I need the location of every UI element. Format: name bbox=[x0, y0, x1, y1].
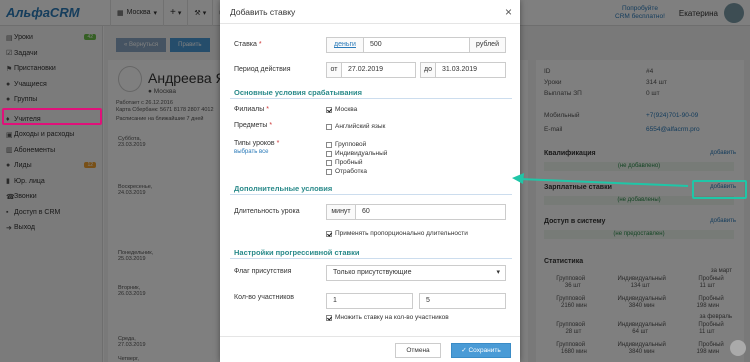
chat-icon[interactable] bbox=[730, 340, 746, 356]
save-button[interactable]: ✓ Сохранить bbox=[451, 343, 511, 358]
attendance-select[interactable]: Только присутствующие ▾ bbox=[326, 265, 506, 281]
participants-label: Кол-во участников bbox=[234, 294, 294, 301]
rate-input[interactable]: 500 bbox=[363, 37, 470, 53]
date-from-input[interactable]: 27.02.2019 bbox=[341, 62, 416, 78]
checkbox-checked-icon bbox=[326, 230, 332, 237]
checkbox-checked-icon bbox=[326, 106, 332, 113]
checkbox-icon bbox=[326, 150, 332, 157]
from-label: от bbox=[326, 62, 342, 78]
section-progressive-rate: Настройки прогрессивной ставки bbox=[234, 248, 360, 257]
modal-footer: Отмена ✓ Сохранить bbox=[220, 336, 520, 362]
multiply-checkbox[interactable]: Множить ставку на кол-во участников bbox=[326, 314, 449, 321]
attendance-selected-value: Только присутствующие bbox=[333, 269, 412, 276]
to-label: до bbox=[420, 62, 436, 78]
section-main-conditions: Основные условия срабатывания bbox=[234, 88, 363, 97]
rate-currency-link[interactable]: деньги bbox=[326, 37, 364, 53]
rate-label: Ставка * bbox=[234, 41, 262, 48]
rate-unit: рублей bbox=[469, 37, 506, 53]
teachers-highlight-box bbox=[2, 108, 102, 125]
participants-from-input[interactable]: 1 bbox=[326, 293, 413, 309]
period-label: Период действия bbox=[234, 66, 291, 73]
select-all-link[interactable]: выбрать все bbox=[234, 149, 268, 155]
caret-down-icon: ▾ bbox=[496, 269, 500, 276]
checkbox-icon bbox=[326, 159, 332, 166]
lesson-type-checkbox[interactable]: Отработка bbox=[326, 168, 367, 175]
add-rate-modal: Добавить ставку × Ставка * деньги 500 ру… bbox=[220, 0, 520, 362]
duration-unit: минут bbox=[326, 204, 356, 220]
checkbox-icon bbox=[326, 123, 332, 130]
arrow-annotation-icon bbox=[512, 173, 689, 187]
checkbox-checked-icon bbox=[326, 314, 332, 321]
modal-title: Добавить ставку bbox=[220, 0, 520, 24]
lesson-types-label: Типы уроков * bbox=[234, 140, 280, 147]
section-divider bbox=[230, 258, 512, 259]
section-extra-conditions: Дополнительные условия bbox=[234, 184, 333, 193]
checkbox-icon bbox=[326, 141, 332, 148]
lesson-type-checkbox[interactable]: Пробный bbox=[326, 159, 363, 166]
checkbox-icon bbox=[326, 168, 332, 175]
branches-label: Филиалы * bbox=[234, 106, 269, 113]
salary-add-highlight-box bbox=[692, 180, 747, 199]
cancel-button[interactable]: Отмена bbox=[395, 343, 441, 358]
participants-to-input[interactable]: 5 bbox=[419, 293, 506, 309]
section-divider bbox=[230, 98, 512, 99]
subjects-label: Предметы * bbox=[234, 122, 273, 129]
section-divider bbox=[230, 194, 512, 195]
branch-checkbox-moscow[interactable]: Москва bbox=[326, 106, 357, 113]
duration-input[interactable]: 60 bbox=[355, 204, 506, 220]
proportional-checkbox[interactable]: Применять пропорционально длительности bbox=[326, 230, 468, 237]
attendance-label: Флаг присутствия bbox=[234, 268, 292, 275]
close-icon[interactable]: × bbox=[505, 5, 512, 19]
duration-label: Длительность урока bbox=[234, 208, 300, 215]
lesson-type-checkbox[interactable]: Индивидуальный bbox=[326, 150, 387, 157]
lesson-type-checkbox[interactable]: Групповой bbox=[326, 141, 366, 148]
date-to-input[interactable]: 31.03.2019 bbox=[435, 62, 506, 78]
subject-checkbox-english[interactable]: Английский язык bbox=[326, 123, 385, 130]
